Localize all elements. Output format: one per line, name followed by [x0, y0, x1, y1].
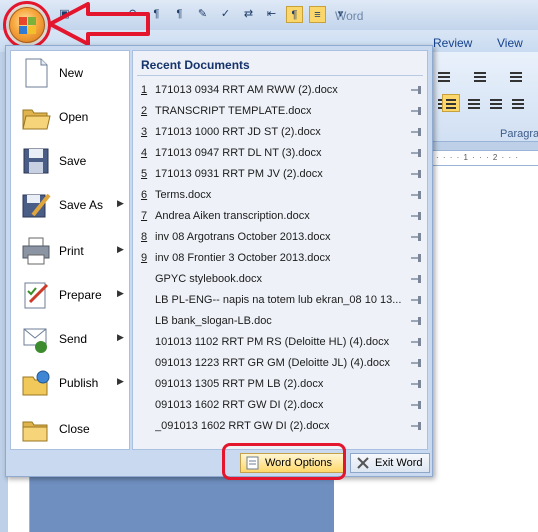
recent-document-item[interactable]: 8 inv 08 Argotrans October 2013.docx — [141, 227, 427, 248]
send-icon — [23, 328, 47, 353]
menu-item-label: Save — [59, 154, 87, 168]
menu-item-label: Publish — [59, 376, 99, 390]
recent-document-item[interactable]: 091013 1305 RRT PM LB (2).docx — [141, 374, 427, 395]
align-center-button[interactable] — [464, 94, 484, 112]
bullets-button[interactable] — [434, 67, 454, 85]
submenu-arrow-icon: ▶ — [117, 244, 124, 254]
track-icon[interactable]: ⇄ — [240, 6, 257, 23]
direction-icon[interactable]: ⇤ — [263, 6, 280, 23]
open-folder-icon — [22, 109, 51, 130]
menu-item-publish[interactable]: Publish ▶ — [11, 363, 129, 403]
menu-item-label: Prepare — [59, 288, 102, 302]
pin-icon[interactable] — [411, 86, 423, 94]
recent-document-item[interactable]: LB PL-ENG-- napis na totem lub ekran_08 … — [141, 290, 427, 311]
horizontal-ruler: · · · · 1 · · · 2 · · · — [430, 150, 538, 166]
pin-icon[interactable] — [411, 275, 423, 283]
menu-item-open[interactable]: Open — [11, 97, 129, 137]
prepare-icon — [24, 282, 49, 309]
recent-document-item[interactable]: LB bank_slogan-LB.doc — [141, 311, 427, 332]
tab-review[interactable]: Review — [433, 36, 472, 50]
tab-view[interactable]: View — [497, 36, 523, 50]
pin-icon[interactable] — [411, 317, 423, 325]
recent-document-item[interactable]: 2 TRANSCRIPT TEMPLATE.docx — [141, 101, 427, 122]
annotation-circle — [3, 1, 51, 49]
pin-icon[interactable] — [411, 233, 423, 241]
highlight-icon[interactable]: ✎ — [194, 6, 211, 23]
recent-document-item[interactable]: 7 Andrea Aiken transcription.docx — [141, 206, 427, 227]
recent-document-item[interactable]: 3 171013 1000 RRT JD ST (2).docx — [141, 122, 427, 143]
menu-item-label: Send — [59, 332, 88, 346]
pin-icon[interactable] — [411, 149, 423, 157]
group-label-paragraph: Paragra — [500, 128, 538, 140]
justify-icon[interactable]: ≡ — [309, 6, 326, 23]
align-left-active-button[interactable] — [442, 94, 460, 112]
menu-item-print[interactable]: Print ▶ — [11, 231, 129, 271]
annotation-arrow-icon — [48, 2, 150, 46]
pin-icon[interactable] — [411, 401, 423, 409]
menu-item-new[interactable]: New — [11, 53, 129, 93]
pin-icon[interactable] — [411, 380, 423, 388]
publish-icon — [22, 370, 50, 396]
pin-icon[interactable] — [411, 296, 423, 304]
pin-icon[interactable] — [411, 128, 423, 136]
menu-commands: New Open Save Save As ▶ Print ▶ Prepare … — [10, 50, 130, 450]
annotation-rectangle — [222, 443, 346, 480]
pin-icon[interactable] — [411, 212, 423, 220]
align-right-button[interactable] — [486, 94, 506, 112]
recent-document-item[interactable]: 1 171013 0934 RRT AM RWW (2).docx — [141, 80, 427, 101]
pin-icon[interactable] — [411, 107, 423, 115]
justify-button[interactable] — [508, 94, 528, 112]
submenu-arrow-icon: ▶ — [117, 332, 124, 342]
recent-documents-header: Recent Documents — [141, 58, 250, 72]
recent-document-item[interactable]: 9 inv 08 Frontier 3 October 2013.docx — [141, 248, 427, 269]
printer-icon — [22, 237, 50, 265]
close-folder-icon — [22, 421, 48, 442]
menu-item-label: Print — [59, 244, 84, 258]
pin-icon[interactable] — [411, 359, 423, 367]
divider — [137, 75, 423, 76]
recent-documents-pane: Recent Documents 1 171013 0934 RRT AM RWW… — [132, 50, 428, 450]
pin-icon[interactable] — [411, 170, 423, 178]
window-title: Word — [335, 9, 364, 23]
exit-word-button[interactable]: Exit Word — [350, 453, 430, 473]
recent-document-item[interactable]: 5 171013 0931 RRT PM JV (2).docx — [141, 164, 427, 185]
new-document-icon — [25, 58, 48, 88]
pin-icon[interactable] — [411, 254, 423, 262]
multilevel-button[interactable] — [506, 67, 526, 85]
menu-footer: Word Options Exit Word — [10, 452, 430, 474]
menu-item-label: Open — [59, 110, 89, 124]
pin-icon[interactable] — [411, 338, 423, 346]
menu-item-label: Close — [59, 422, 90, 436]
exit-word-label: Exit Word — [375, 457, 423, 469]
menu-item-prepare[interactable]: Prepare ▶ — [11, 275, 129, 315]
numbering-button[interactable] — [470, 67, 490, 85]
submenu-arrow-icon: ▶ — [117, 288, 124, 298]
recent-document-item[interactable]: 101013 1102 RRT PM RS (Deloitte HL) (4).… — [141, 332, 427, 353]
menu-item-close[interactable]: Close — [11, 409, 129, 449]
save-as-icon — [22, 193, 51, 218]
pin-icon[interactable] — [411, 191, 423, 199]
menu-item-save-as[interactable]: Save As ▶ — [11, 185, 129, 225]
recent-document-item[interactable]: 6 Terms.docx — [141, 185, 427, 206]
menu-item-label: New — [59, 66, 84, 80]
pilcrow-icon[interactable]: ¶ — [171, 6, 188, 23]
recent-document-item[interactable]: 091013 1223 RRT GR GM (Deloitte JL) (4).… — [141, 353, 427, 374]
recent-document-item[interactable]: 091013 1602 RRT GW DI (2).docx — [141, 395, 427, 416]
menu-item-label: Save As — [59, 198, 104, 212]
recent-document-item[interactable]: 4 171013 0947 RRT DL NT (3).docx — [141, 143, 427, 164]
spellcheck-icon[interactable]: ✓ — [217, 6, 234, 23]
save-disk-icon — [23, 148, 49, 174]
submenu-arrow-icon: ▶ — [117, 198, 124, 208]
close-icon — [357, 457, 369, 469]
ltr-icon[interactable]: ¶ — [286, 6, 303, 23]
menu-item-send[interactable]: Send ▶ — [11, 319, 129, 359]
vertical-ruler — [8, 470, 30, 532]
recent-document-item[interactable]: _091013 1602 RRT GW DI (2).docx — [141, 416, 427, 437]
menu-item-save[interactable]: Save — [11, 141, 129, 181]
recent-document-item[interactable]: GPYC stylebook.docx — [141, 269, 427, 290]
submenu-arrow-icon: ▶ — [117, 376, 124, 386]
office-menu: New Open Save Save As ▶ Print ▶ Prepare … — [5, 45, 433, 477]
pin-icon[interactable] — [411, 422, 423, 430]
